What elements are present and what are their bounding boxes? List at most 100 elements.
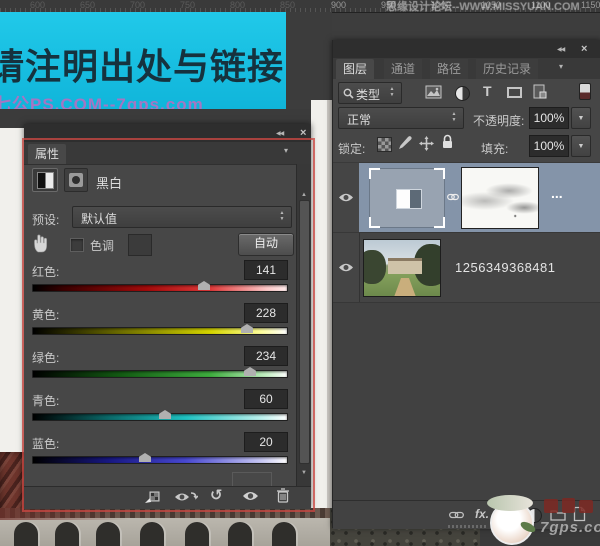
yellow-slider-label: 黄色: bbox=[32, 306, 59, 323]
cyan-slider-thumb[interactable] bbox=[159, 410, 171, 419]
blend-mode-dropdown[interactable]: 正常 ▲▼ bbox=[338, 107, 464, 129]
yellow-value-field[interactable]: 228 bbox=[244, 303, 288, 323]
clip-to-layer-icon[interactable] bbox=[144, 490, 160, 504]
layer-name[interactable]: 1256349368481 bbox=[455, 260, 556, 275]
ruler-mark: 750 bbox=[180, 0, 195, 11]
fill-value-field[interactable]: 100% bbox=[529, 135, 569, 157]
filter-kind-label: 类型 bbox=[356, 86, 380, 103]
toggle-visibility-eye-icon[interactable] bbox=[242, 490, 259, 502]
ruler-mark: 650 bbox=[80, 0, 95, 11]
cyan-value-field[interactable]: 60 bbox=[244, 389, 288, 409]
layer-name[interactable]: ... bbox=[551, 185, 563, 201]
watermark-red-seal bbox=[544, 499, 558, 513]
auto-button[interactable]: 自动 bbox=[238, 233, 294, 256]
green-value-field[interactable]: 234 bbox=[244, 346, 288, 366]
panel-menu-icon[interactable] bbox=[567, 65, 581, 74]
ruler-mark: 800 bbox=[230, 0, 245, 11]
opacity-dropdown-button[interactable]: ▼ bbox=[571, 107, 591, 129]
layers-tab-bar: 图层 通道 路径 历史记录 bbox=[333, 58, 600, 80]
black-white-adjustment-icon[interactable] bbox=[32, 168, 58, 192]
layer-filter-toggle[interactable] bbox=[579, 83, 591, 100]
photoshop-window: 600 650 700 750 800 850 900 950 1000 105… bbox=[0, 0, 600, 546]
tint-checkbox[interactable] bbox=[70, 238, 84, 252]
link-layers-icon[interactable] bbox=[449, 510, 464, 520]
delete-adjustment-trash-icon[interactable] bbox=[276, 488, 290, 503]
preset-label: 预设: bbox=[32, 211, 59, 228]
tab-properties[interactable]: 属性 bbox=[28, 144, 66, 164]
lock-all-icon[interactable] bbox=[441, 134, 454, 150]
layer-mask-thumbnail[interactable] bbox=[461, 167, 539, 229]
close-panel-button[interactable]: × bbox=[300, 127, 306, 139]
collapse-panel-button[interactable]: ◀◀ bbox=[557, 46, 564, 53]
opacity-value-field[interactable]: 100% bbox=[529, 107, 569, 129]
tint-label: 色调 bbox=[90, 237, 114, 254]
canvas-banner-image: 请注明出处与链接 七公PS.COM--7gps.com bbox=[0, 12, 286, 109]
properties-scrollbar[interactable]: ▲ ▼ bbox=[296, 164, 311, 486]
layer-row-adjustment[interactable]: ... bbox=[333, 162, 600, 233]
filter-type-layers-icon[interactable]: T bbox=[483, 83, 492, 99]
layers-panel: ◀◀ × 图层 通道 路径 历史记录 类型 ▲▼ T bbox=[332, 40, 600, 528]
lock-transparent-pixels-icon[interactable] bbox=[377, 137, 392, 152]
panel-menu-icon[interactable] bbox=[292, 149, 306, 158]
layer-row-photo[interactable]: 1256349368481 bbox=[333, 232, 600, 303]
fill-dropdown-button[interactable]: ▼ bbox=[571, 135, 591, 157]
lock-image-pixels-brush-icon[interactable] bbox=[397, 135, 412, 151]
visibility-cell[interactable] bbox=[333, 163, 360, 233]
tint-color-swatch[interactable] bbox=[128, 234, 152, 256]
filter-pixel-layers-icon[interactable] bbox=[425, 85, 442, 99]
red-slider-track[interactable] bbox=[32, 284, 288, 292]
adjustment-layer-thumbnail[interactable] bbox=[369, 168, 445, 228]
ruler-mark: 900 bbox=[331, 0, 346, 11]
ruler-mark: 600 bbox=[30, 0, 45, 11]
photo-arch bbox=[185, 522, 209, 546]
tab-layers[interactable]: 图层 bbox=[336, 59, 374, 79]
ruler-mark: 850 bbox=[280, 0, 295, 11]
mask-properties-icon[interactable] bbox=[64, 168, 88, 192]
photo-layer-thumbnail[interactable] bbox=[363, 239, 441, 297]
view-previous-state-icon[interactable] bbox=[174, 490, 198, 504]
scrubby-hand-icon[interactable] bbox=[32, 232, 52, 254]
tab-paths[interactable]: 路径 bbox=[430, 59, 468, 79]
watermark-mascot-hair bbox=[487, 495, 533, 511]
photo-arch bbox=[228, 522, 252, 546]
banner-title-text: 请注明出处与链接 bbox=[0, 38, 286, 90]
reset-adjustment-icon[interactable]: ↺ bbox=[210, 486, 223, 504]
close-panel-button[interactable]: × bbox=[581, 43, 587, 55]
blue-slider-thumb[interactable] bbox=[139, 453, 151, 462]
layer-effects-icon[interactable]: fx. bbox=[475, 507, 489, 521]
yellow-slider-thumb[interactable] bbox=[241, 324, 253, 333]
cyan-slider-label: 青色: bbox=[32, 392, 59, 409]
fill-label: 填充: bbox=[481, 140, 508, 157]
photo-arch bbox=[55, 522, 79, 546]
mask-link-icon[interactable] bbox=[447, 191, 459, 203]
preset-dropdown[interactable]: 默认值 ▲▼ bbox=[72, 206, 292, 228]
blue-slider-track[interactable] bbox=[32, 456, 288, 464]
panel-resize-grip[interactable] bbox=[448, 525, 486, 528]
pasteboard-area bbox=[286, 12, 332, 100]
tab-history[interactable]: 历史记录 bbox=[476, 59, 538, 79]
red-slider-label: 红色: bbox=[32, 263, 59, 280]
visibility-cell[interactable] bbox=[333, 233, 360, 303]
filter-adjustment-layers-icon[interactable] bbox=[455, 86, 470, 101]
thumb-house bbox=[388, 258, 422, 274]
properties-footer bbox=[24, 486, 311, 509]
green-slider-thumb[interactable] bbox=[244, 367, 256, 376]
red-value-field[interactable]: 141 bbox=[244, 260, 288, 280]
properties-scrollbar-thumb[interactable] bbox=[299, 200, 310, 464]
lock-position-move-icon[interactable] bbox=[419, 136, 434, 151]
blend-mode-value: 正常 bbox=[347, 111, 371, 128]
scroll-down-icon[interactable]: ▼ bbox=[301, 470, 307, 476]
black-white-thumb-icon bbox=[396, 189, 422, 209]
layer-filter-kind-dropdown[interactable]: 类型 ▲▼ bbox=[338, 82, 402, 104]
blue-value-field[interactable]: 20 bbox=[244, 432, 288, 452]
green-slider-label: 绿色: bbox=[32, 349, 59, 366]
preset-value: 默认值 bbox=[81, 210, 117, 227]
watermark-logo-text: 7gps.com bbox=[540, 519, 600, 536]
red-slider-thumb[interactable] bbox=[198, 281, 210, 290]
filter-smart-objects-icon[interactable] bbox=[533, 84, 547, 100]
search-icon bbox=[343, 88, 354, 99]
filter-shape-layers-icon[interactable] bbox=[507, 87, 522, 98]
tab-channels[interactable]: 通道 bbox=[384, 59, 422, 79]
collapse-panel-button[interactable]: ◀◀ bbox=[276, 130, 283, 137]
scroll-up-icon[interactable]: ▲ bbox=[301, 192, 307, 198]
